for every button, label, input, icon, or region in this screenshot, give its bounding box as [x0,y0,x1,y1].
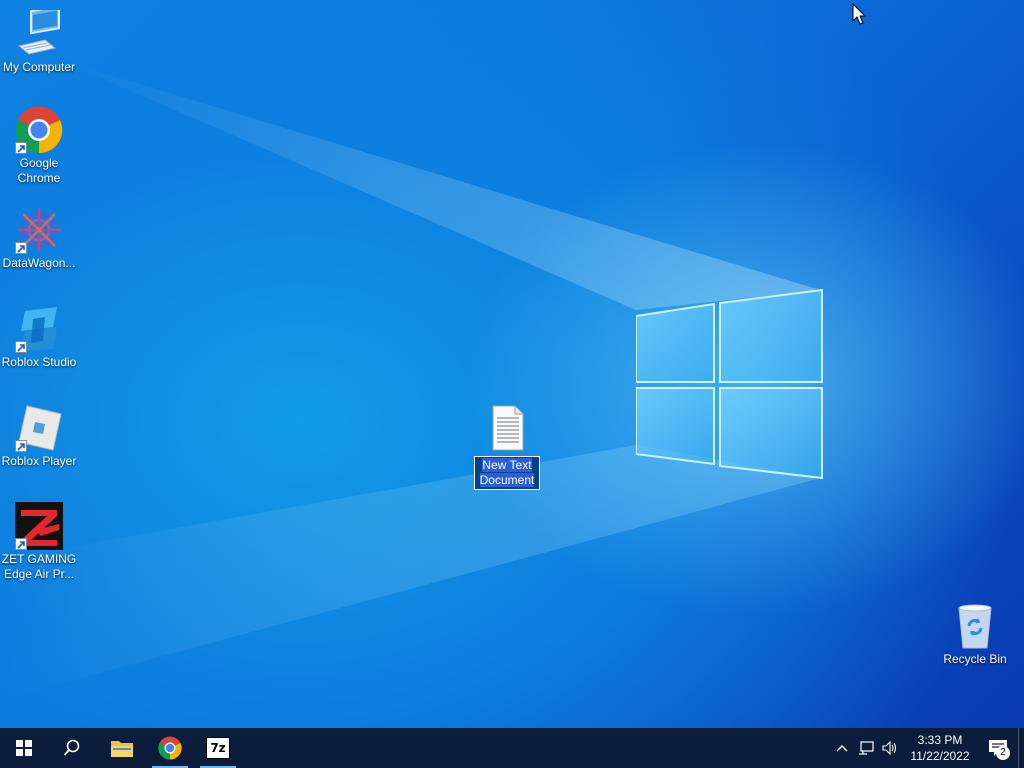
rename-field[interactable]: New Text Document [474,456,540,490]
recycle-bin-icon [951,602,999,650]
shortcut-arrow-icon [15,142,27,154]
desktop-icon-label: My Computer [2,60,76,74]
computer-icon [15,5,63,58]
chrome-icon [15,106,63,154]
text-document-icon [487,404,527,452]
taskbar: 7z 3:33 PM 11/22/2022 2 [0,728,1024,768]
roblox-studio-icon [15,305,63,353]
rename-text: New Text Document [479,458,535,487]
desktop-icon-label: Recycle Bin [943,652,1007,666]
roblox-player-icon [15,404,63,452]
windows-start-icon [16,740,32,756]
volume-button[interactable] [878,728,902,768]
desktop-icon-label: ZET GAMING Edge Air Pr... [1,552,77,581]
mouse-cursor-icon [852,3,866,25]
action-center-button[interactable]: 2 [978,728,1018,768]
show-hidden-icons-button[interactable] [830,728,854,768]
chrome-icon [158,736,182,760]
desktop-icon-new-text-document[interactable]: New Text Document [468,404,546,490]
search-button[interactable] [48,728,96,768]
network-button[interactable] [854,728,878,768]
7zip-icon: 7z [206,737,230,759]
folder-icon [111,741,133,757]
shortcut-arrow-icon [15,440,27,452]
desktop-icon-label: Roblox Studio [1,355,77,369]
clock-time: 3:33 PM [917,733,963,747]
shortcut-arrow-icon [15,341,27,353]
desktop-icon-roblox-studio[interactable]: Roblox Studio [0,305,78,370]
shortcut-arrow-icon [15,538,27,550]
desktop-icon-label: Google Chrome [17,156,61,185]
show-desktop-button[interactable] [1018,728,1024,768]
system-tray: 3:33 PM 11/22/2022 2 [830,728,1024,768]
desktop-icon-google-chrome[interactable]: Google Chrome [0,106,78,186]
desktop-icon-zet-gaming[interactable]: ZET GAMING Edge Air Pr... [0,502,78,582]
search-icon [63,739,80,756]
windows-logo-wallpaper [636,288,823,480]
taskbar-file-explorer[interactable] [98,728,146,768]
desktop-icon-roblox-player[interactable]: Roblox Player [0,404,78,469]
desktop-icon-recycle-bin[interactable]: Recycle Bin [936,602,1014,667]
start-button[interactable] [0,728,48,768]
clock-date: 11/22/2022 [910,749,970,763]
desktop[interactable]: My Computer Google Chrome DataWagon... R… [0,0,1024,728]
network-icon [859,741,874,755]
notification-count-badge: 2 [996,746,1010,760]
desktop-icon-label: Roblox Player [1,454,77,468]
datawagon-icon [15,206,63,254]
desktop-icon-label: DataWagon... [2,256,76,270]
taskbar-chrome[interactable] [146,728,194,768]
zet-gaming-icon [15,502,63,550]
shortcut-arrow-icon [15,242,27,254]
chevron-up-icon [836,745,848,752]
desktop-icon-my-computer[interactable]: My Computer [0,5,78,75]
7zip-icon-text: 7z [210,741,226,755]
speaker-icon [882,741,897,755]
clock[interactable]: 3:33 PM 11/22/2022 [902,732,978,764]
wallpaper-beams [0,60,820,700]
taskbar-7zip[interactable]: 7z [194,728,242,768]
desktop-icon-datawagon[interactable]: DataWagon... [0,206,78,271]
